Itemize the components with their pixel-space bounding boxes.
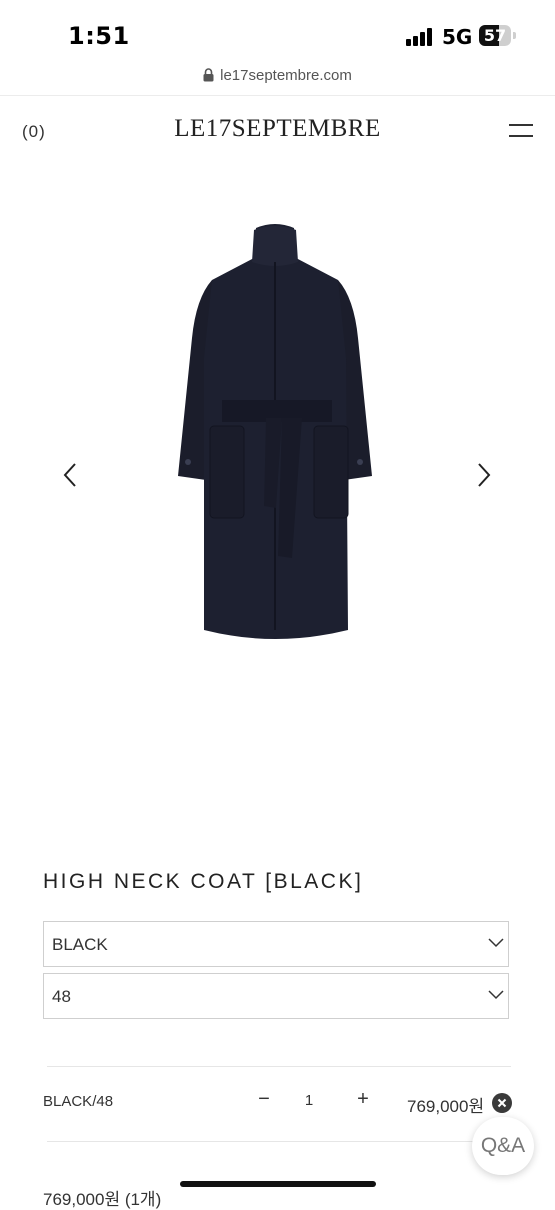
url-bar[interactable]: le17septembre.com: [0, 62, 555, 88]
selected-option-price: 769,000원: [407, 1097, 485, 1116]
color-select[interactable]: BLACK: [43, 921, 509, 967]
status-time: 1:51: [68, 22, 130, 50]
divider: [47, 1141, 511, 1142]
chevron-left-icon[interactable]: [60, 460, 80, 490]
size-select[interactable]: 48: [43, 973, 509, 1019]
chevron-right-icon[interactable]: [474, 460, 494, 490]
brand-logo[interactable]: LE17SEPTEMBRE: [0, 115, 555, 143]
chevron-down-icon: [488, 990, 504, 1000]
selected-option-label: BLACK/48: [43, 1093, 114, 1110]
size-select-value: 48: [52, 987, 71, 1006]
product-title: HIGH NECK COAT [BLACK]: [43, 870, 364, 893]
url-divider: [0, 95, 555, 96]
quantity-value[interactable]: 1: [300, 1092, 318, 1109]
remove-option-button[interactable]: [492, 1093, 512, 1113]
home-indicator[interactable]: [180, 1181, 376, 1187]
signal-icon: [406, 28, 434, 46]
url-text: le17septembre.com: [220, 66, 352, 84]
divider: [47, 1066, 511, 1067]
product-image[interactable]: [170, 218, 380, 644]
color-select-value: BLACK: [52, 935, 108, 954]
battery-tip: [513, 32, 516, 39]
battery-level: 57: [483, 26, 507, 45]
network-label: 5G: [442, 25, 473, 49]
qa-button[interactable]: Q&A: [472, 1117, 534, 1175]
quantity-decrease-button[interactable]: −: [256, 1088, 272, 1111]
total-price: 769,000원 (1개): [43, 1190, 162, 1209]
hamburger-menu-icon[interactable]: [509, 124, 533, 138]
chevron-down-icon: [488, 938, 504, 948]
battery-icon: 57: [479, 25, 511, 46]
quantity-increase-button[interactable]: +: [354, 1088, 372, 1111]
lock-icon: [203, 68, 214, 82]
